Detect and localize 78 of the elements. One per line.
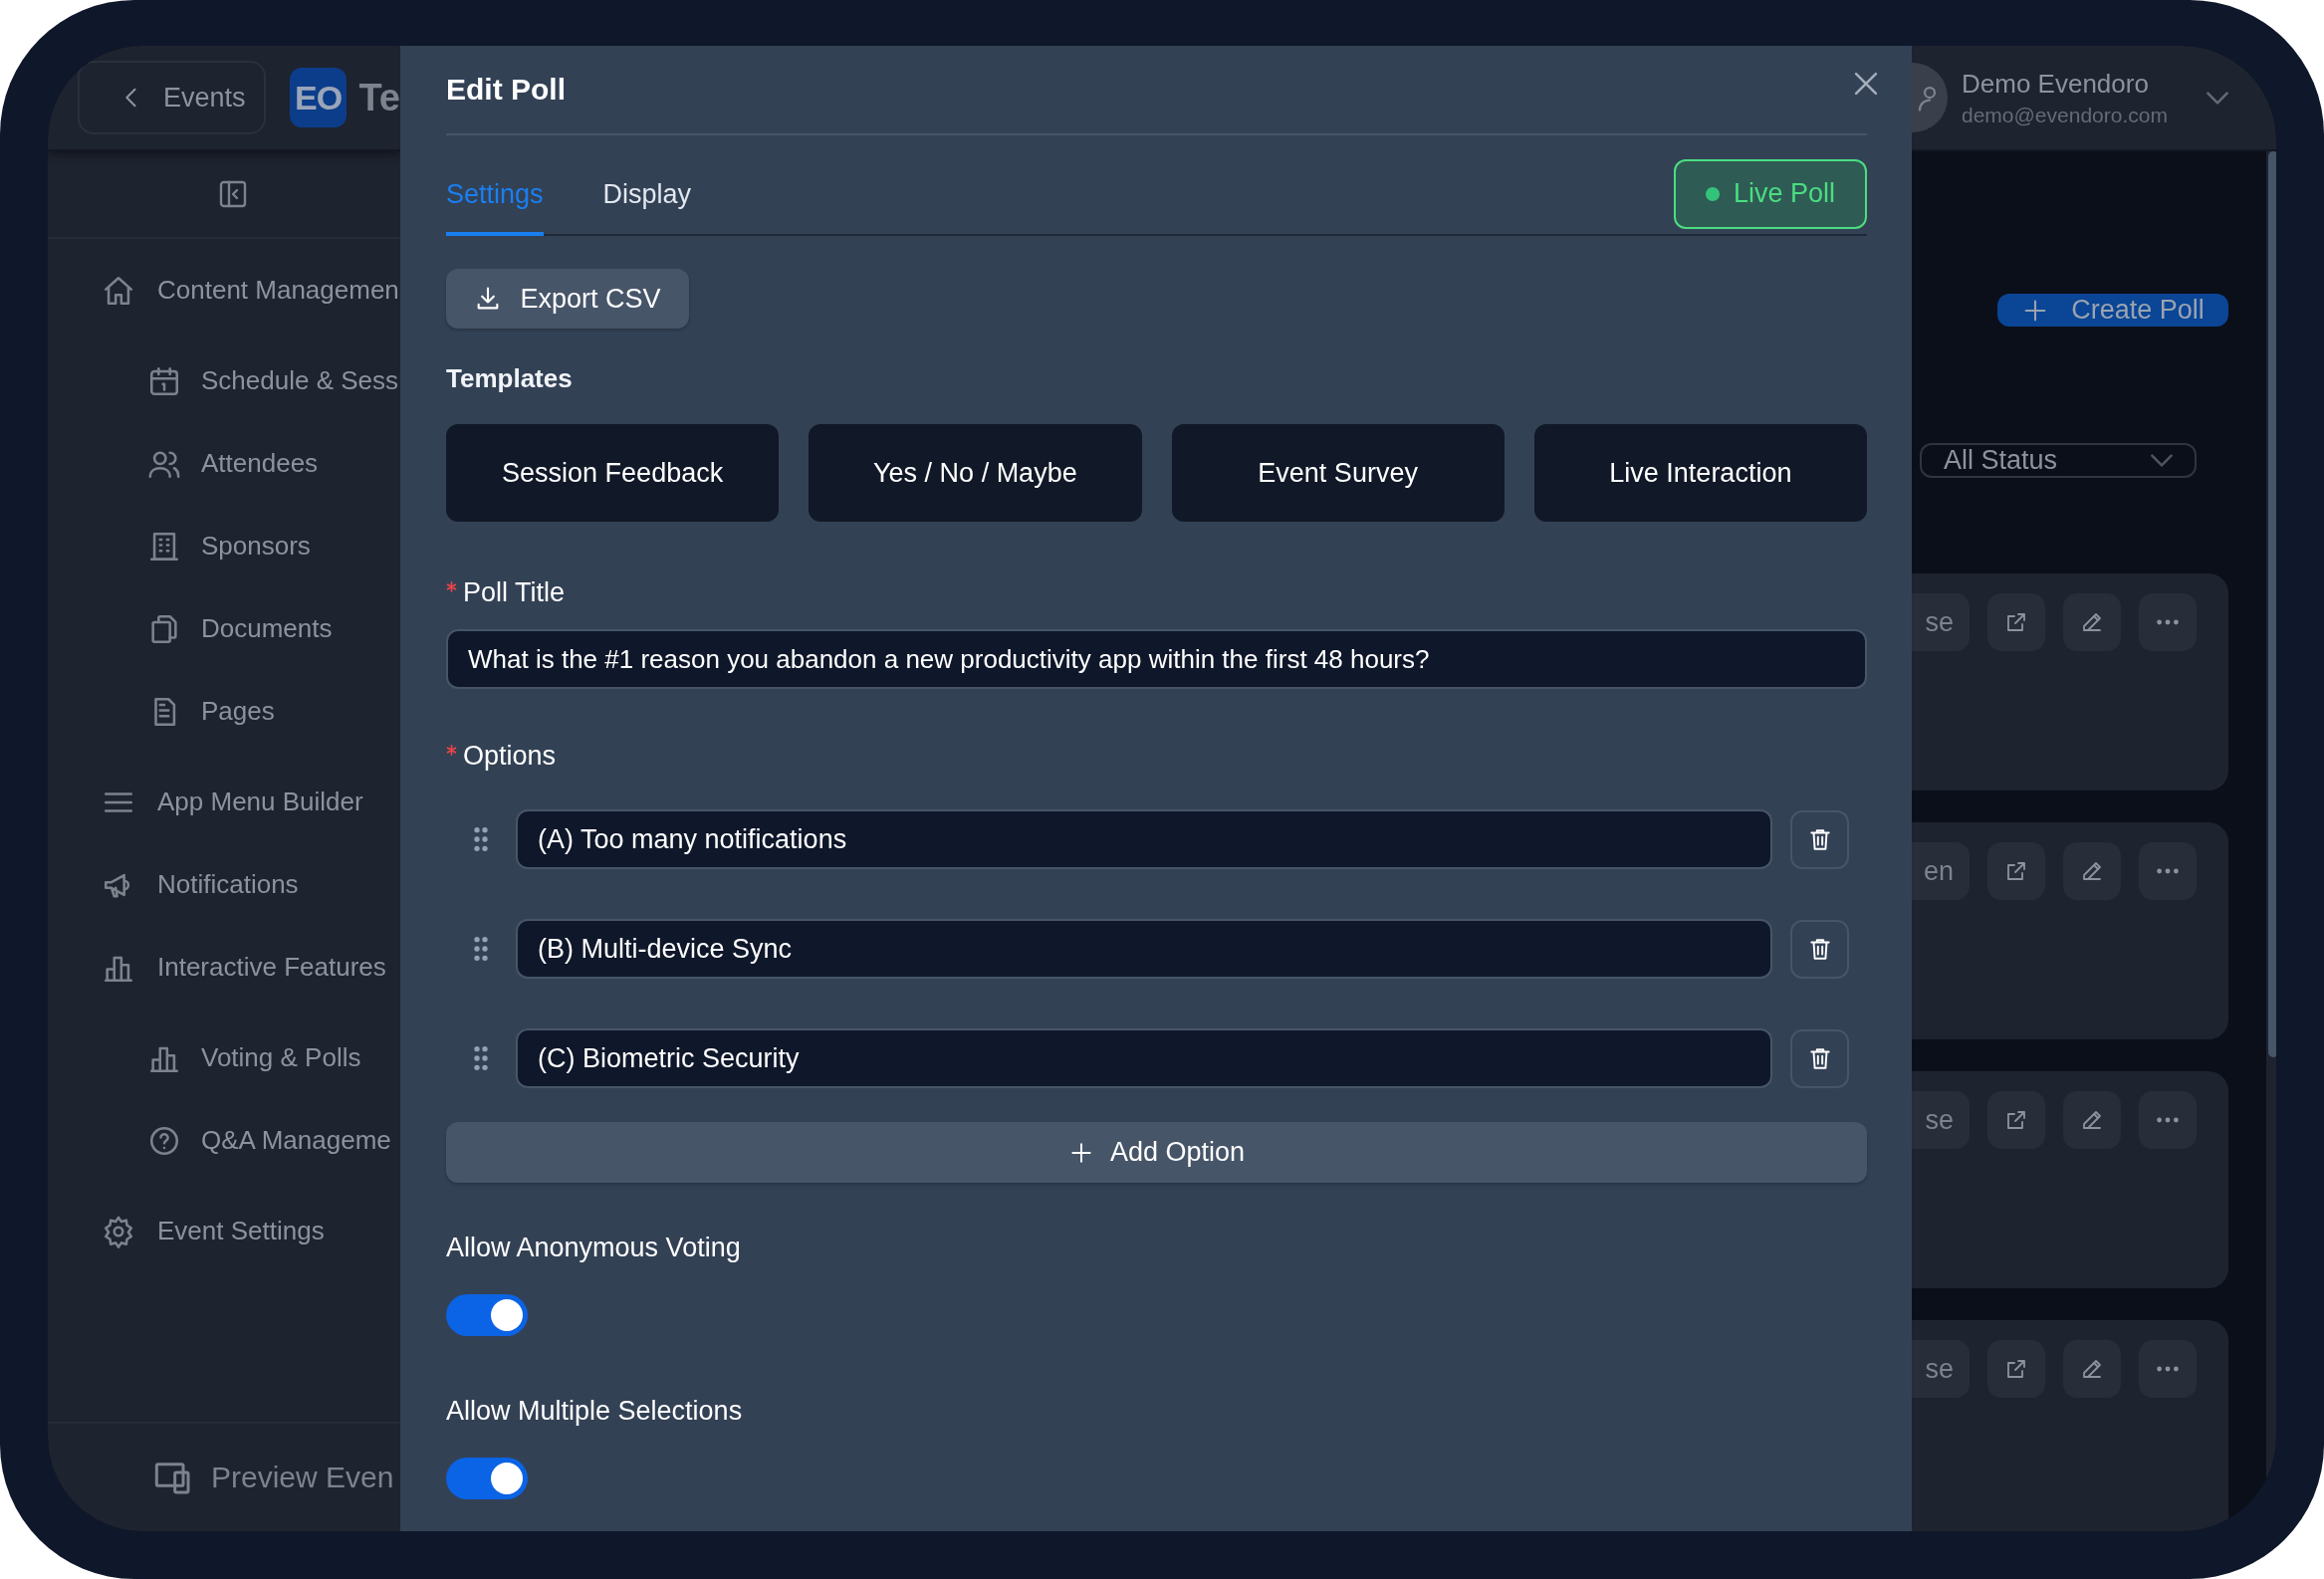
more-icon xyxy=(2156,1365,2180,1373)
pencil-icon xyxy=(2080,859,2104,883)
back-button[interactable]: Events xyxy=(78,61,266,134)
status-button[interactable]: en xyxy=(1912,842,1970,900)
more-icon xyxy=(2156,618,2180,626)
sidebar-item[interactable]: Notifications xyxy=(48,843,400,926)
option-field[interactable]: (B) Multi-device Sync xyxy=(516,919,1772,979)
collapse-sidebar-button[interactable] xyxy=(217,178,249,210)
drag-handle-icon xyxy=(473,935,489,963)
external-link-icon xyxy=(2004,610,2028,634)
status-button[interactable]: se xyxy=(1912,593,1970,651)
sidebar-item[interactable]: Interactive Features xyxy=(48,926,400,1009)
sidebar-item[interactable]: Schedule & Sess xyxy=(48,339,400,422)
status-dot-icon xyxy=(1705,186,1720,201)
panel-collapse-icon xyxy=(217,178,249,210)
delete-button[interactable] xyxy=(1790,1028,1849,1088)
edit-button[interactable] xyxy=(2063,1091,2121,1149)
open-link-button[interactable] xyxy=(1987,1340,2045,1398)
template-button[interactable]: Live Interaction xyxy=(1533,424,1867,522)
more-icon xyxy=(2156,1116,2180,1124)
toggle-switch[interactable] xyxy=(446,1294,528,1336)
pencil-icon xyxy=(2080,610,2104,634)
sidebar-item[interactable]: App Menu Builder xyxy=(48,761,400,843)
add-option-button[interactable]: Add Option xyxy=(446,1122,1867,1183)
scrollbar-thumb[interactable] xyxy=(2268,151,2276,1057)
edit-button[interactable] xyxy=(2063,1340,2121,1398)
open-link-button[interactable] xyxy=(1987,1091,2045,1149)
poll-title-field[interactable]: What is the #1 reason you abandon a new productivity app within the first 48 hours? xyxy=(446,629,1867,689)
open-link-button[interactable] xyxy=(1987,593,2045,651)
sidebar-item[interactable]: Voting & Polls xyxy=(48,1016,400,1099)
edit-button[interactable] xyxy=(2063,842,2121,900)
drag-handle-icon xyxy=(473,825,489,853)
sidebar-item[interactable]: Q&A Manageme xyxy=(48,1099,400,1182)
section-heading: Templates xyxy=(446,363,573,394)
external-link-icon xyxy=(2004,1108,2028,1132)
pencil-icon xyxy=(2080,1357,2104,1381)
user-email: demo@evendoro.com xyxy=(1962,103,2169,127)
status-button[interactable]: se xyxy=(1912,1091,1970,1149)
external-link-icon xyxy=(2004,859,2028,883)
settings-icon xyxy=(102,1214,135,1248)
template-button[interactable]: Session Feedback xyxy=(446,424,780,522)
field-label: Poll Title xyxy=(463,577,566,608)
tab[interactable]: Display xyxy=(602,179,692,236)
sidebar-item[interactable]: Pages xyxy=(48,670,400,753)
status-dropdown[interactable]: All Status xyxy=(1920,443,2197,478)
template-button[interactable]: Yes / No / Maybe xyxy=(809,424,1142,522)
option-field[interactable]: (C) Biometric Security xyxy=(516,1028,1772,1088)
toggle-switch[interactable] xyxy=(446,1458,528,1499)
sidebar-item[interactable]: Content Managemen xyxy=(48,249,400,332)
user-name: Demo Evendoro xyxy=(1962,68,2150,100)
sidebar-item[interactable]: Sponsors xyxy=(48,505,400,587)
logo: EO xyxy=(289,68,348,127)
brand-name: Te xyxy=(358,76,400,119)
setting-label: Allow Anonymous Voting xyxy=(446,1233,741,1263)
edit-button[interactable] xyxy=(2063,593,2121,651)
live-poll-button[interactable]: Live Poll xyxy=(1674,158,1867,229)
chevron-down-icon xyxy=(2151,454,2173,467)
delete-button[interactable] xyxy=(1790,919,1849,979)
sidebar-item[interactable]: Attendees xyxy=(48,422,400,505)
external-link-icon xyxy=(2004,1357,2028,1381)
open-link-button[interactable] xyxy=(1987,842,2045,900)
panel-title: Edit Poll xyxy=(446,73,566,107)
sidebar-item[interactable]: Event Settings xyxy=(48,1190,400,1272)
sidebar-item[interactable]: Documents xyxy=(48,587,400,670)
export-csv-button[interactable]: Export CSV xyxy=(446,269,689,329)
template-button[interactable]: Event Survey xyxy=(1171,424,1505,522)
tab[interactable]: Settings xyxy=(446,179,544,236)
create-poll-button[interactable]: Create Poll xyxy=(1997,294,2228,327)
pencil-icon xyxy=(2080,1108,2104,1132)
status-button[interactable]: se xyxy=(1912,1340,1970,1398)
chevron-down-icon xyxy=(2207,91,2228,105)
setting-label: Allow Multiple Selections xyxy=(446,1396,743,1427)
delete-button[interactable] xyxy=(1790,809,1849,869)
more-icon xyxy=(2156,867,2180,875)
preview-event-link[interactable]: Preview Even xyxy=(48,1436,394,1519)
option-field[interactable]: (A) Too many notifications xyxy=(516,809,1772,869)
drag-handle-icon xyxy=(473,1044,489,1072)
field-label: Options xyxy=(463,741,557,772)
